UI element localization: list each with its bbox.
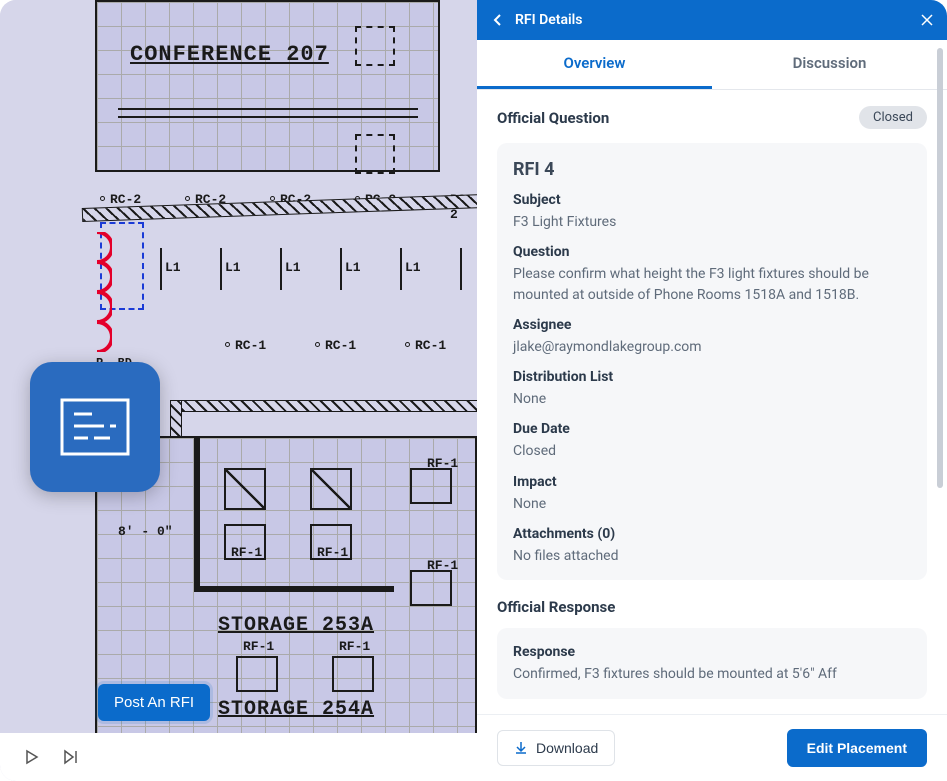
question-card: RFI 4 Subject F3 Light Fixtures Question… [497,143,927,580]
media-controls [0,733,477,781]
label-rf1: RF-1 [243,639,274,654]
field-value-subject: F3 Light Fixtures [513,212,911,232]
fixture-rf1 [410,468,452,504]
skip-button[interactable] [62,747,82,767]
chevron-left-icon [491,13,505,27]
post-rfi-button[interactable]: Post An RFI [98,684,210,721]
field-value-question: Please confirm what height the F3 light … [513,264,911,305]
room-label-storage-254a: STORAGE 254A [218,698,374,721]
label-rc1: RC-1 [325,338,356,353]
label-rc1: RC-1 [235,338,266,353]
field-label-duedate: Due Date [513,421,911,437]
wall-inner [194,438,394,592]
fixture-dashed-box [355,134,395,174]
edit-placement-button[interactable]: Edit Placement [787,729,927,767]
field-label-distribution: Distribution List [513,369,911,385]
field-value-attachments: No files attached [513,546,911,566]
field-value-distribution: None [513,389,911,409]
label-rf1: RF-1 [427,456,458,471]
panel-header: RFI Details [477,0,947,40]
label-rc1: RC-1 [415,338,446,353]
label-l1: L1 [225,260,241,275]
tab-discussion[interactable]: Discussion [712,40,947,89]
download-label: Download [536,740,598,756]
scrollbar[interactable] [937,48,943,488]
panel-content[interactable]: Official Question Closed RFI 4 Subject F… [477,90,947,714]
play-button[interactable] [22,747,42,767]
field-value-assignee: jlake@raymondlakegroup.com [513,337,911,357]
label-l1: L1 [165,260,181,275]
room-label-storage-253a: STORAGE 253A [218,614,374,637]
label-rf1: RF-1 [339,639,370,654]
wall-hatch [170,400,477,412]
panel-footer: Download Edit Placement [477,714,947,781]
tab-overview[interactable]: Overview [477,40,712,89]
field-label-response: Response [513,644,911,660]
label-rf1: RF-1 [427,558,458,573]
fixture-rf1 [310,468,352,510]
fixture-dashed-box [355,26,395,66]
rfi-marker-tile[interactable] [30,362,160,492]
label-l1: L1 [285,260,301,275]
download-button[interactable]: Download [497,730,615,766]
field-label-impact: Impact [513,474,911,490]
official-question-heading: Official Question [497,109,609,127]
label-rf1: RF-1 [317,545,348,560]
label-rc2: RC-2 [110,192,141,207]
label-rf1: RF-1 [231,545,262,560]
response-card: Response Confirmed, F3 fixtures should b… [497,628,927,698]
field-value-impact: None [513,494,911,514]
fixture-rf1 [224,468,266,510]
back-button[interactable] [491,13,505,27]
rfi-number: RFI 4 [513,159,911,180]
fixture-rf1 [410,570,452,606]
markup-red [82,232,112,352]
play-icon [24,749,40,765]
field-value-response: Confirmed, F3 fixtures should be mounted… [513,664,911,684]
label-l1: L1 [405,260,421,275]
close-icon [921,14,933,26]
room-label-conference: CONFERENCE 207 [130,42,329,67]
dimension-label: 8' - 0" [118,524,173,539]
download-icon [514,741,528,755]
field-label-question: Question [513,244,911,260]
document-icon [60,398,130,456]
panel-title: RFI Details [515,12,921,28]
tabs: Overview Discussion [477,40,947,90]
rfi-details-panel: RFI Details Overview Discussion Official… [477,0,947,781]
field-label-attachments: Attachments (0) [513,526,911,542]
drawing-viewer[interactable]: CONFERENCE 207 RC-2 RC-2 RC-2 RC-2 RC-2 … [0,0,477,781]
label-l1: L1 [345,260,361,275]
field-value-duedate: Closed [513,441,911,461]
field-label-assignee: Assignee [513,317,911,333]
close-button[interactable] [921,14,933,26]
fixture-rf1 [236,656,278,692]
official-response-heading: Official Response [497,598,927,616]
fixture-rf1 [332,656,374,692]
field-label-subject: Subject [513,192,911,208]
skip-icon [63,749,81,765]
status-badge: Closed [859,106,927,129]
